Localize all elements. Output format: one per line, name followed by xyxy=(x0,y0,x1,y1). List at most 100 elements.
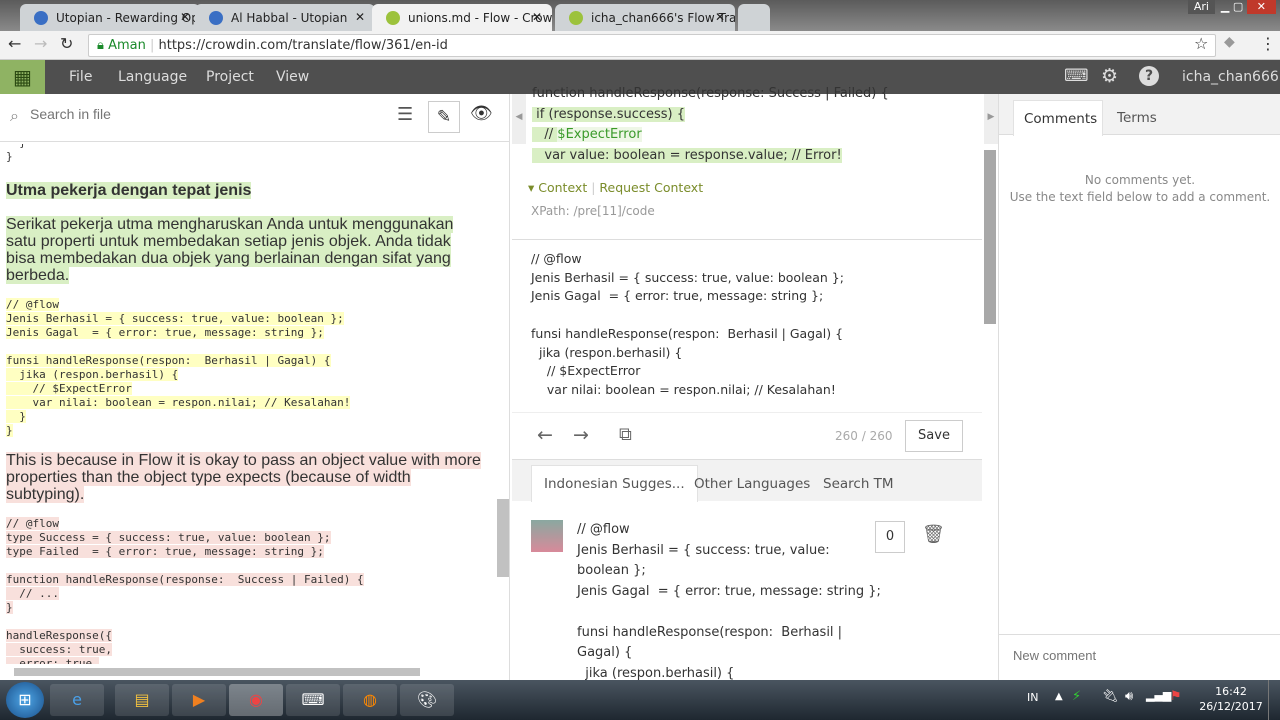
forward-icon[interactable]: → xyxy=(34,34,47,53)
show-desktop-button[interactable] xyxy=(1268,680,1280,720)
translation-textarea[interactable]: // @flow Jenis Berhasil = { success: tru… xyxy=(531,250,971,400)
source-line: var value: boolean = response.value; // … xyxy=(532,146,977,167)
character-counter: 260 / 260 xyxy=(835,429,893,443)
source-text: if (response.success) { xyxy=(532,106,686,122)
close-tab-icon[interactable]: ✕ xyxy=(180,10,190,24)
extension-icon[interactable]: ◆ xyxy=(1224,34,1235,50)
apps-grid-icon[interactable]: ▦ xyxy=(0,60,45,94)
trash-icon[interactable]: 🗑︎ xyxy=(922,524,945,545)
source-string: function handleResponse(response: Succes… xyxy=(532,84,977,166)
maximize-icon[interactable]: ▢ xyxy=(1233,0,1247,13)
xpath-label: XPath: /pre[11]/code xyxy=(531,204,655,218)
new-comment-input[interactable] xyxy=(1013,648,1263,663)
code-block: } } xyxy=(6,144,26,163)
collapse-right-icon[interactable]: ▶ xyxy=(984,94,998,144)
source-line: function handleResponse(response: Succes… xyxy=(532,86,889,101)
start-button-icon[interactable]: ⊞ xyxy=(6,682,44,718)
back-icon[interactable]: ← xyxy=(8,34,21,53)
source-text: // xyxy=(532,127,558,142)
tab-indonesian-suggestions[interactable]: Indonesian Sugges... xyxy=(531,465,698,502)
menu-project[interactable]: Project xyxy=(206,69,254,85)
copy-source-icon[interactable]: ⧉ xyxy=(619,424,632,445)
tab-title: icha_chan666's Flow Tran xyxy=(591,11,735,25)
close-window-icon[interactable]: ✕ xyxy=(1246,0,1276,14)
translated-paragraph[interactable]: Serikat pekerja utma mengharuskan Anda u… xyxy=(6,216,454,284)
username-menu[interactable]: icha_chan666 xyxy=(1182,69,1279,85)
previous-string-icon[interactable]: ← xyxy=(537,424,553,446)
minimize-icon[interactable]: ▁ xyxy=(1221,0,1233,13)
new-tab-button[interactable] xyxy=(738,4,770,31)
help-icon[interactable]: ? xyxy=(1139,66,1159,86)
chrome-icon[interactable]: ◉ xyxy=(229,684,283,716)
browser-tab-active[interactable]: unions.md - Flow - Crow ✕ xyxy=(372,4,552,31)
preview-eye-icon[interactable]: 👁︎ xyxy=(470,103,493,124)
file-explorer-icon[interactable]: ▤ xyxy=(115,684,169,716)
request-context-link[interactable]: Request Context xyxy=(599,180,703,195)
signal-icon[interactable]: ▂▄▆ xyxy=(1146,689,1171,702)
power-icon[interactable]: 🔌︎ xyxy=(1102,689,1119,704)
code-block-current[interactable]: funsi handleResponse(respon: Berhasil | … xyxy=(6,354,351,437)
collapse-left-icon[interactable]: ◀ xyxy=(512,94,526,144)
window-user: Ari xyxy=(1187,0,1215,14)
source-line: // $ExpectError xyxy=(532,125,977,146)
firefox-icon[interactable]: ◍ xyxy=(343,684,397,716)
context-link[interactable]: Context xyxy=(538,180,587,195)
save-button[interactable]: Save xyxy=(905,420,963,452)
suggestion-text[interactable]: // @flow Jenis Berhasil = { success: tru… xyxy=(577,520,881,684)
internet-explorer-icon[interactable]: e xyxy=(50,684,104,716)
horizontal-scrollbar[interactable] xyxy=(14,668,420,676)
vertical-scrollbar[interactable] xyxy=(497,499,509,577)
network-app-icon[interactable]: ⚡ xyxy=(1072,689,1081,704)
keyboard-icon[interactable]: ⌨ xyxy=(1064,66,1089,86)
windows-taskbar: ⊞ e ▤ ▶ ◉ ⌨ ◍ 🎨︎ IN ▲ ⚡ 🔌︎ 🔊︎ ▂▄▆ ⚑ 16:4… xyxy=(0,680,1280,720)
close-tab-icon[interactable]: ✕ xyxy=(355,10,365,24)
paint-icon[interactable]: 🎨︎ xyxy=(400,684,454,716)
tab-comments[interactable]: Comments xyxy=(1013,100,1103,136)
menu-file[interactable]: File xyxy=(69,69,92,85)
bookmark-star-icon[interactable]: ☆ xyxy=(1194,34,1208,53)
search-input[interactable] xyxy=(30,106,370,122)
avatar xyxy=(531,520,563,552)
close-tab-icon[interactable]: ✕ xyxy=(715,10,725,24)
browser-tab[interactable]: Utopian - Rewarding Op ✕ xyxy=(20,4,200,31)
url-input[interactable]: 🔒︎ Aman | https://crowdin.com/translate/… xyxy=(88,34,1216,57)
section-heading[interactable]: Utma pekerja dengan tepat jenis xyxy=(6,182,252,199)
close-tab-icon[interactable]: ✕ xyxy=(532,10,542,24)
chrome-menu-icon[interactable]: ⋮ xyxy=(1260,34,1276,53)
empty-hint: Use the text field below to add a commen… xyxy=(1009,190,1271,204)
list-view-icon[interactable]: ☰ xyxy=(397,104,413,125)
language-indicator[interactable]: IN xyxy=(1027,691,1038,704)
keyboard-app-icon[interactable]: ⌨ xyxy=(286,684,340,716)
action-center-flag-icon[interactable]: ⚑ xyxy=(1170,689,1182,704)
reload-icon[interactable]: ↻ xyxy=(60,34,73,53)
editor-scrollbar[interactable] xyxy=(984,150,996,324)
clock[interactable]: 16:42 26/12/2017 xyxy=(1198,684,1264,714)
show-hidden-icons[interactable]: ▲ xyxy=(1055,691,1063,702)
secure-label: Aman xyxy=(108,38,146,53)
untranslated-paragraph[interactable]: This is because in Flow it is okay to pa… xyxy=(6,452,481,503)
edit-mode-icon[interactable]: ✎ xyxy=(428,101,460,133)
code-block-current[interactable]: // @flow Jenis Berhasil = { success: tru… xyxy=(6,298,344,339)
code-block[interactable]: // @flow type Success = { success: true,… xyxy=(6,517,331,558)
browser-tab[interactable]: Al Habbal - Utopian ✕ xyxy=(195,4,375,31)
window-controls: Ari ▁ ▢ ✕ xyxy=(1187,0,1276,14)
tab-terms[interactable]: Terms xyxy=(1117,110,1157,126)
vote-count[interactable]: 0 xyxy=(875,521,905,553)
volume-icon[interactable]: 🔊︎ xyxy=(1125,689,1133,704)
browser-tab[interactable]: icha_chan666's Flow Tran ✕ xyxy=(555,4,735,31)
gear-icon[interactable]: ⚙ xyxy=(1101,65,1118,87)
code-block[interactable]: function handleResponse(response: Succes… xyxy=(6,573,364,614)
crowdin-favicon-icon xyxy=(386,11,400,25)
media-player-icon[interactable]: ▶ xyxy=(172,684,226,716)
tab-search-tm[interactable]: Search TM xyxy=(811,466,906,502)
clock-date: 26/12/2017 xyxy=(1199,700,1263,713)
menu-language[interactable]: Language xyxy=(118,69,187,85)
code-block[interactable]: handleResponse({ success: true, error: t… xyxy=(6,629,112,664)
utopian-favicon-icon xyxy=(209,11,223,25)
menu-view[interactable]: View xyxy=(276,69,309,85)
context-toggle-icon[interactable]: ▾ xyxy=(528,180,538,195)
comments-panel: Comments Terms No comments yet. Use the t… xyxy=(998,94,1280,680)
next-string-icon[interactable]: → xyxy=(573,424,589,446)
tab-other-languages[interactable]: Other Languages xyxy=(682,466,822,502)
source-text: var value: boolean = response.value; // … xyxy=(532,147,842,163)
